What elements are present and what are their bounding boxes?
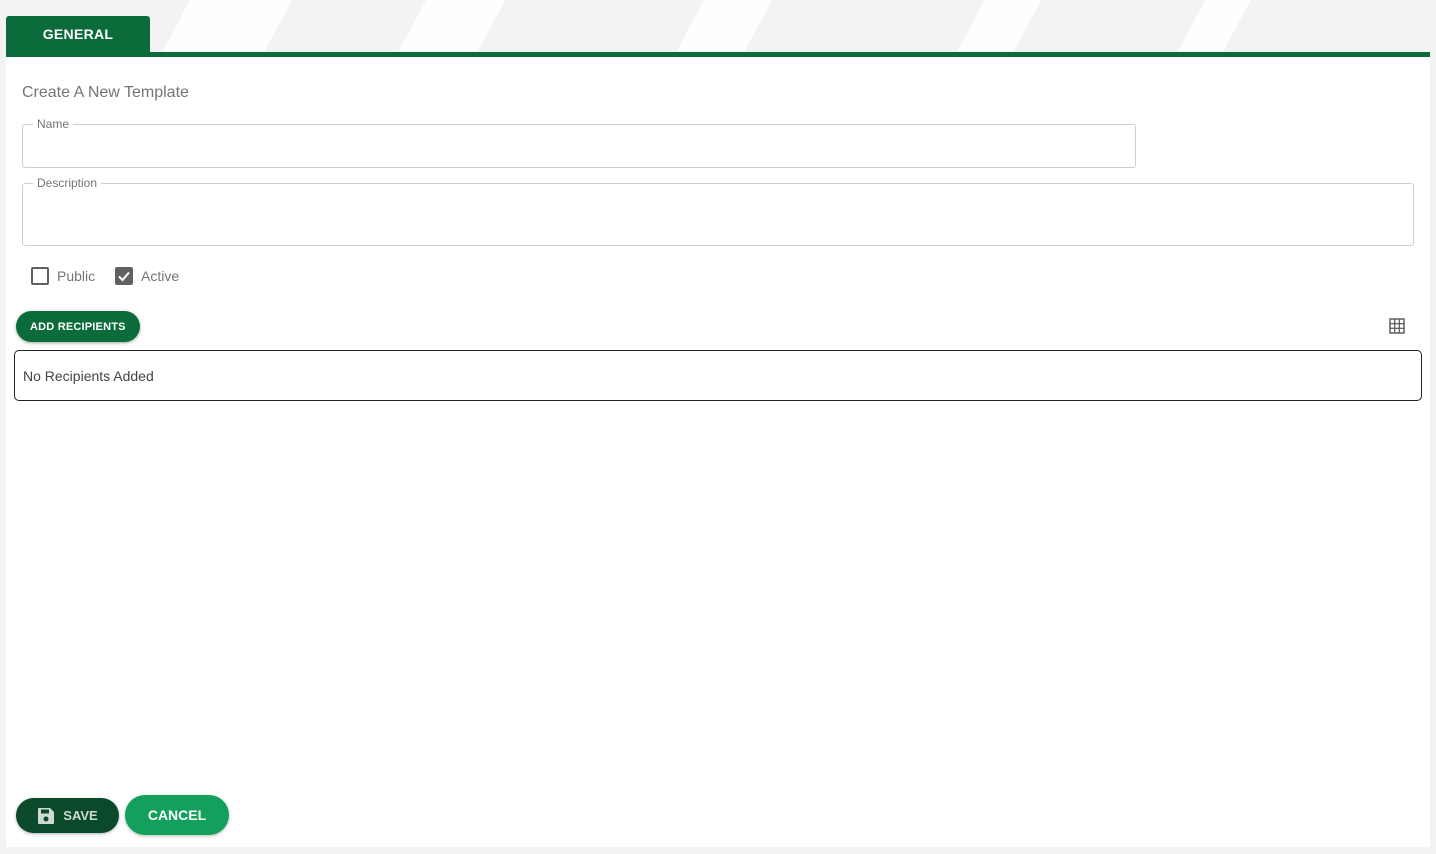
name-input[interactable] <box>33 131 1125 159</box>
recipients-list: No Recipients Added <box>14 350 1422 401</box>
page-title: Create A New Template <box>22 84 189 101</box>
active-checkbox-label: Active <box>141 268 180 284</box>
name-label: Name <box>37 117 70 131</box>
recipients-empty-text: No Recipients Added <box>23 367 154 384</box>
floppy-disk-icon <box>38 807 55 824</box>
check-icon <box>118 271 130 282</box>
grid-icon[interactable] <box>1389 318 1405 334</box>
active-checkbox-box[interactable] <box>115 267 133 285</box>
tab-general-label: GENERAL <box>42 26 114 42</box>
description-label: Description <box>37 176 98 190</box>
form-panel: Create A New Template Name Description P… <box>6 52 1430 847</box>
public-checkbox-label: Public <box>57 268 96 284</box>
cancel-button[interactable]: CANCEL <box>125 795 229 835</box>
active-checkbox[interactable]: Active <box>115 267 179 285</box>
add-recipients-button[interactable]: ADD RECIPIENTS <box>16 311 140 342</box>
description-input[interactable] <box>33 190 1403 238</box>
save-button-label: SAVE <box>63 808 98 823</box>
description-field: Description <box>22 176 1414 246</box>
public-checkbox-box[interactable] <box>31 267 49 285</box>
save-button[interactable]: SAVE <box>16 798 119 833</box>
public-checkbox[interactable]: Public <box>31 267 95 285</box>
tab-general[interactable]: GENERAL <box>6 16 150 52</box>
name-field: Name <box>22 117 1136 168</box>
